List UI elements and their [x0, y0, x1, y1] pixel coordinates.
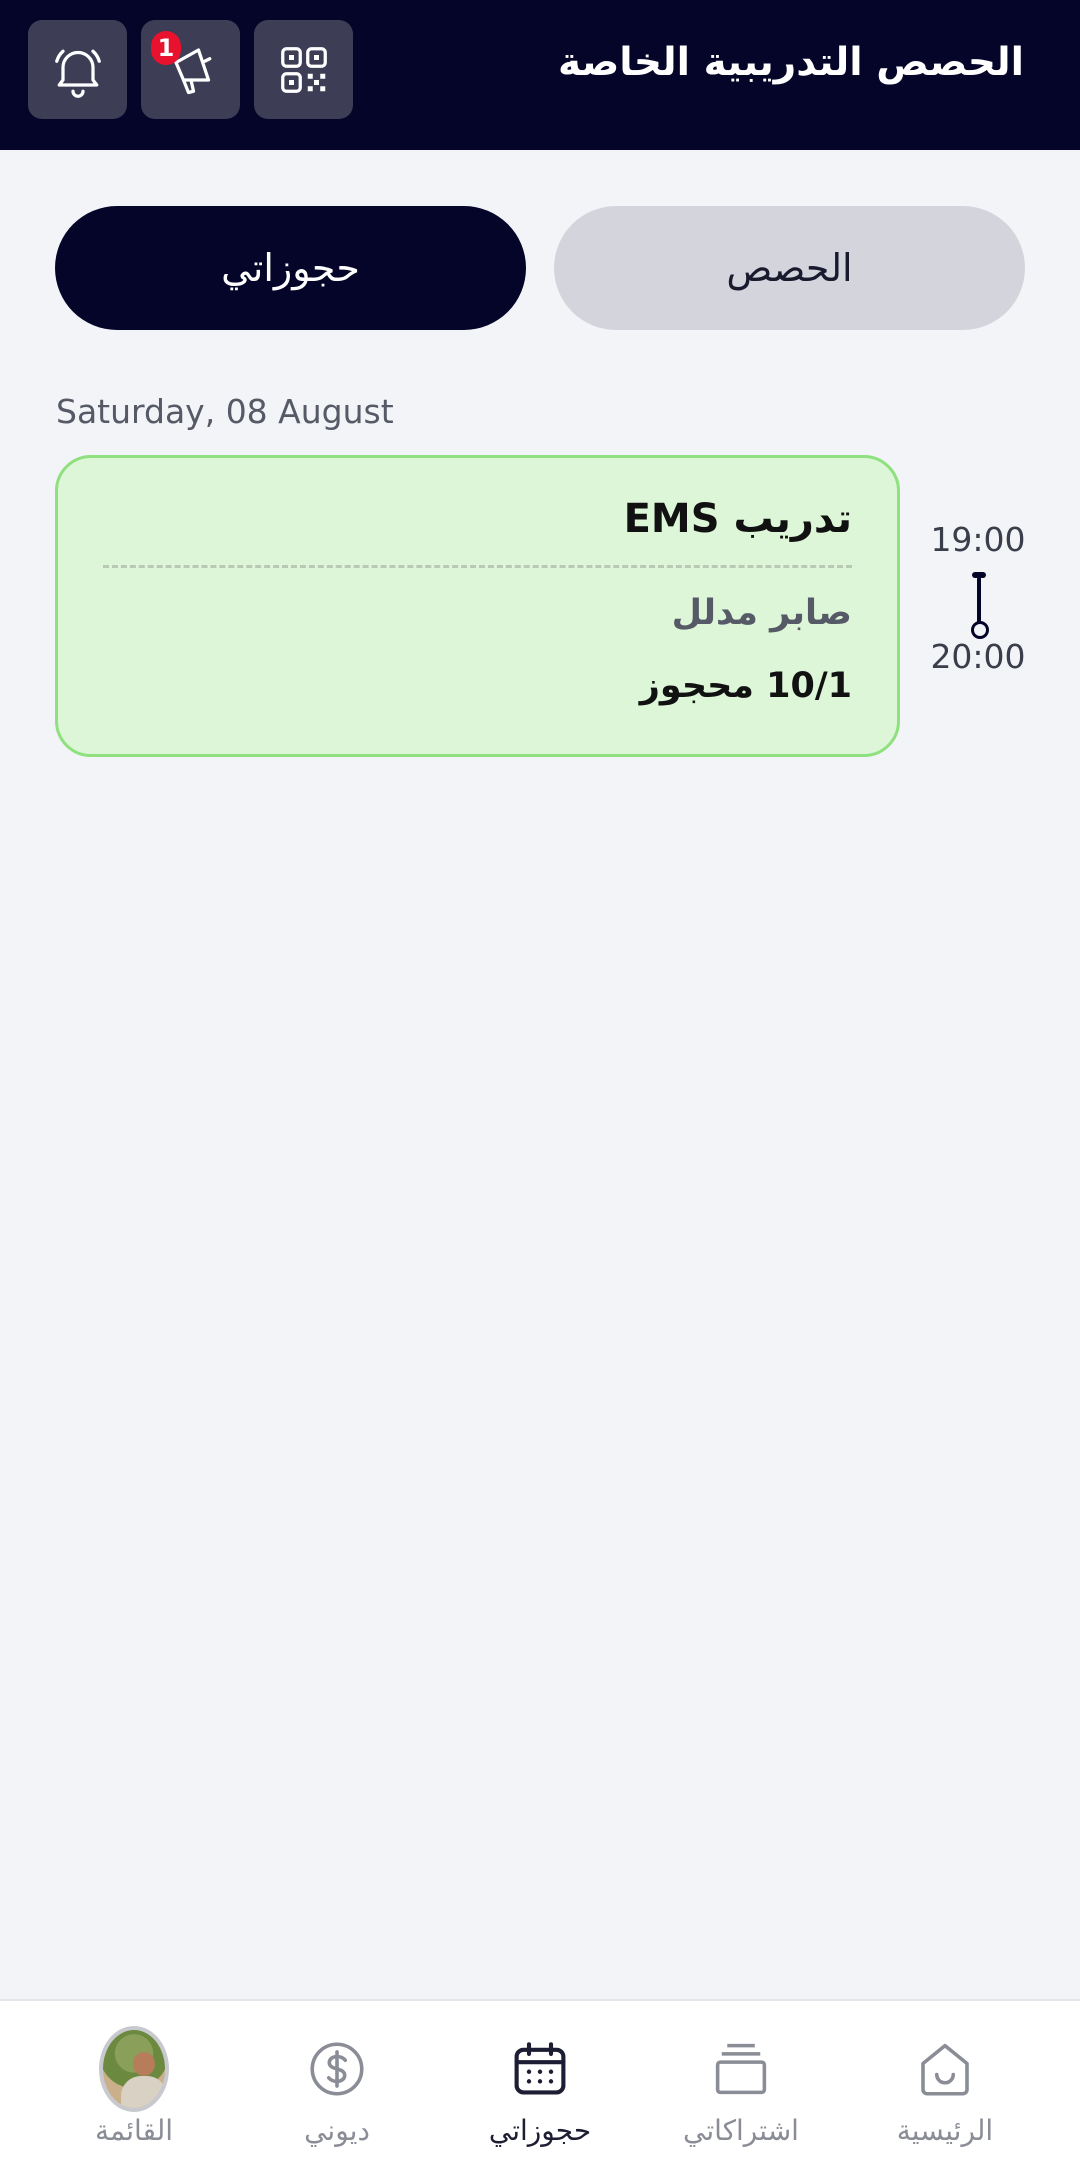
date-heading: Saturday, 08 August	[56, 392, 394, 431]
booking-card[interactable]: تدريب EMS صابر مدلل 10/1 محجوز	[55, 455, 900, 757]
notifications-button[interactable]	[28, 20, 127, 119]
start-time: 19:00	[930, 520, 1026, 559]
timeline-end-marker	[971, 621, 989, 639]
trainer-name: صابر مدلل	[671, 593, 852, 633]
avatar	[99, 2026, 169, 2112]
nav-label-home: الرئيسية	[896, 2114, 994, 2147]
bottom-navigation: الرئيسية اشتراكاتي حجوزاتي ديوني القائمة	[0, 1999, 1080, 2183]
nav-item-my-bookings[interactable]: حجوزاتي	[450, 2001, 630, 2183]
nav-item-subscriptions[interactable]: اشتراكاتي	[651, 2001, 831, 2183]
end-time: 20:00	[930, 637, 1026, 676]
tab-classes[interactable]: الحصص	[554, 206, 1025, 330]
nav-item-home[interactable]: الرئيسية	[855, 2001, 1035, 2183]
dollar-icon	[310, 2042, 364, 2096]
home-icon	[921, 2043, 969, 2096]
card-divider	[103, 565, 852, 568]
subscriptions-icon	[715, 2043, 767, 2095]
nav-item-menu[interactable]: القائمة	[44, 2001, 224, 2183]
page-title: الحصص التدريبية الخاصة	[557, 40, 1024, 85]
booked-count: 10/1 محجوز	[639, 666, 852, 706]
qr-code-button[interactable]	[254, 20, 353, 119]
tab-my-bookings[interactable]: حجوزاتي	[55, 206, 526, 330]
booking-title: تدريب EMS	[623, 496, 852, 542]
bell-icon	[54, 49, 101, 98]
nav-label-my-bookings: حجوزاتي	[488, 2114, 592, 2147]
announcements-badge: 1	[151, 31, 181, 65]
announcements-button[interactable]: 1	[141, 20, 240, 119]
calendar-icon	[514, 2042, 566, 2095]
timeline-connector	[977, 577, 981, 627]
nav-label-subscriptions: اشتراكاتي	[683, 2114, 799, 2147]
nav-label-debts: ديوني	[304, 2114, 370, 2147]
top-app-bar: الحصص التدريبية الخاصة 1	[0, 0, 1080, 150]
nav-label-menu: القائمة	[95, 2114, 173, 2147]
nav-item-debts[interactable]: ديوني	[247, 2001, 427, 2183]
qr-code-icon	[280, 46, 327, 93]
